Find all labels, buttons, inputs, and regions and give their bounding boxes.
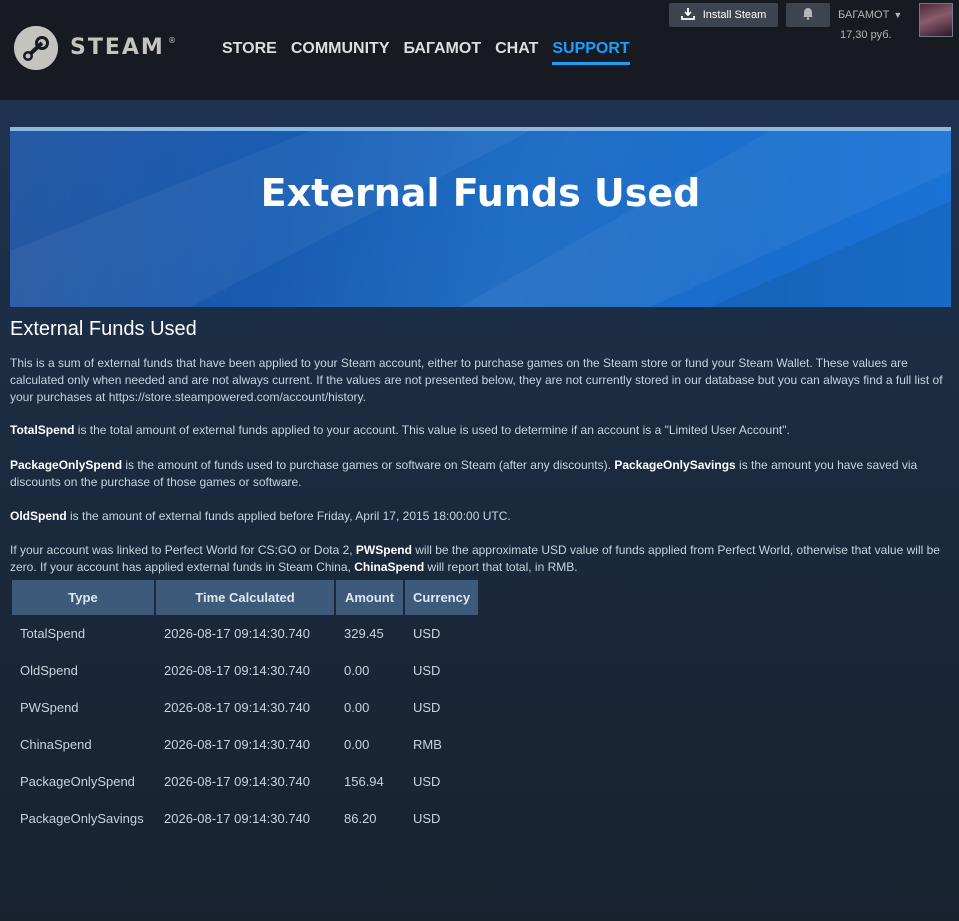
cell-type: OldSpend <box>20 663 78 678</box>
avatar[interactable] <box>919 3 953 37</box>
nav-profile[interactable]: БАГАМОТ <box>403 40 481 65</box>
account-menu[interactable]: БАГАМОТ ▼ <box>838 9 902 21</box>
cell-amount: 86.20 <box>344 811 377 826</box>
table-row: OldSpend 2026-08-17 09:14:30.740 0.00 US… <box>12 652 478 689</box>
notifications-button[interactable] <box>786 3 830 27</box>
cell-currency: RMB <box>413 737 442 752</box>
cell-currency: USD <box>413 700 441 715</box>
cell-time: 2026-08-17 09:14:30.740 <box>164 700 311 715</box>
pwspend-paragraph: If your account was linked to Perfect Wo… <box>10 542 955 576</box>
banner-pattern <box>10 131 951 307</box>
cell-type: TotalSpend <box>20 626 86 641</box>
page-banner: External Funds Used <box>10 131 951 307</box>
nav-community[interactable]: COMMUNITY <box>291 40 390 65</box>
global-header: STEAM ® STORE COMMUNITY БАГАМОТ CHAT SUP… <box>0 0 959 100</box>
totalspend-term: TotalSpend <box>10 423 75 437</box>
cell-time: 2026-08-17 09:14:30.740 <box>164 737 311 752</box>
packageonlyspend-text: is the amount of funds used to purchase … <box>122 458 615 472</box>
cell-amount: 0.00 <box>344 737 370 752</box>
funds-table: Type Time Calculated Amount Currency Tot… <box>10 580 480 837</box>
packageonlyspend-term: PackageOnlySpend <box>10 458 123 472</box>
table-header-row: Type Time Calculated Amount Currency <box>12 580 479 615</box>
pwspend-text-1: If your account was linked to Perfect Wo… <box>10 543 356 557</box>
cell-amount: 0.00 <box>344 663 370 678</box>
totalspend-paragraph: TotalSpend is the total amount of extern… <box>10 422 955 439</box>
nav-support[interactable]: SUPPORT <box>552 40 630 65</box>
download-icon <box>680 7 695 23</box>
chinaspend-text: will report that total, in RMB. <box>424 560 578 574</box>
cell-type: PackageOnlySpend <box>20 774 135 789</box>
packageonlysavings-term: PackageOnlySavings <box>614 458 736 472</box>
registered-mark: ® <box>168 36 176 45</box>
wallet-balance[interactable]: 17,30 руб. <box>840 29 892 41</box>
col-currency: Currency <box>405 580 479 615</box>
oldspend-paragraph: OldSpend is the amount of external funds… <box>10 508 955 525</box>
table-row: ChinaSpend 2026-08-17 09:14:30.740 0.00 … <box>12 726 478 763</box>
cell-currency: USD <box>413 626 441 641</box>
cell-time: 2026-08-17 09:14:30.740 <box>164 663 311 678</box>
table-row: PackageOnlySpend 2026-08-17 09:14:30.740… <box>12 763 478 800</box>
nav-chat[interactable]: CHAT <box>495 40 538 65</box>
intro-paragraph: This is a sum of external funds that hav… <box>10 355 955 406</box>
bell-icon <box>802 7 814 23</box>
banner-title: External Funds Used <box>260 171 701 215</box>
steam-logo[interactable]: STEAM ® <box>14 26 176 72</box>
pwspend-term: PWSpend <box>355 543 412 557</box>
cell-time: 2026-08-17 09:14:30.740 <box>164 774 311 789</box>
cell-amount: 0.00 <box>344 700 370 715</box>
install-steam-button[interactable]: Install Steam <box>669 3 778 27</box>
steam-logo-icon <box>14 26 58 70</box>
nav-store[interactable]: STORE <box>222 40 277 65</box>
cell-amount: 156.94 <box>344 774 384 789</box>
cell-time: 2026-08-17 09:14:30.740 <box>164 626 311 641</box>
totalspend-text: is the total amount of external funds ap… <box>74 423 790 437</box>
cell-currency: USD <box>413 811 441 826</box>
cell-type: PWSpend <box>20 700 79 715</box>
caret-down-icon: ▼ <box>893 10 903 20</box>
col-time-calculated: Time Calculated <box>156 580 334 615</box>
steam-logo-text: STEAM <box>70 35 165 60</box>
col-amount: Amount <box>336 580 403 615</box>
section-title: External Funds Used <box>10 318 197 340</box>
table-row: PackageOnlySavings 2026-08-17 09:14:30.7… <box>12 800 478 837</box>
cell-amount: 329.45 <box>344 626 384 641</box>
install-steam-label: Install Steam <box>702 9 767 21</box>
cell-type: ChinaSpend <box>20 737 92 752</box>
cell-currency: USD <box>413 663 441 678</box>
oldspend-text: is the amount of external funds applied … <box>66 509 511 523</box>
table-row: PWSpend 2026-08-17 09:14:30.740 0.00 USD <box>12 689 478 726</box>
cell-type: PackageOnlySavings <box>20 811 144 826</box>
main-nav: STORE COMMUNITY БАГАМОТ CHAT SUPPORT <box>222 40 644 65</box>
col-type: Type <box>12 580 154 615</box>
account-name: БАГАМОТ <box>838 9 890 21</box>
table-row: TotalSpend 2026-08-17 09:14:30.740 329.4… <box>12 615 478 652</box>
packageonly-paragraph: PackageOnlySpend is the amount of funds … <box>10 457 955 491</box>
chinaspend-term: ChinaSpend <box>354 560 425 574</box>
intro-text: This is a sum of external funds that hav… <box>10 356 943 404</box>
cell-time: 2026-08-17 09:14:30.740 <box>164 811 311 826</box>
cell-currency: USD <box>413 774 441 789</box>
oldspend-term: OldSpend <box>10 509 67 523</box>
